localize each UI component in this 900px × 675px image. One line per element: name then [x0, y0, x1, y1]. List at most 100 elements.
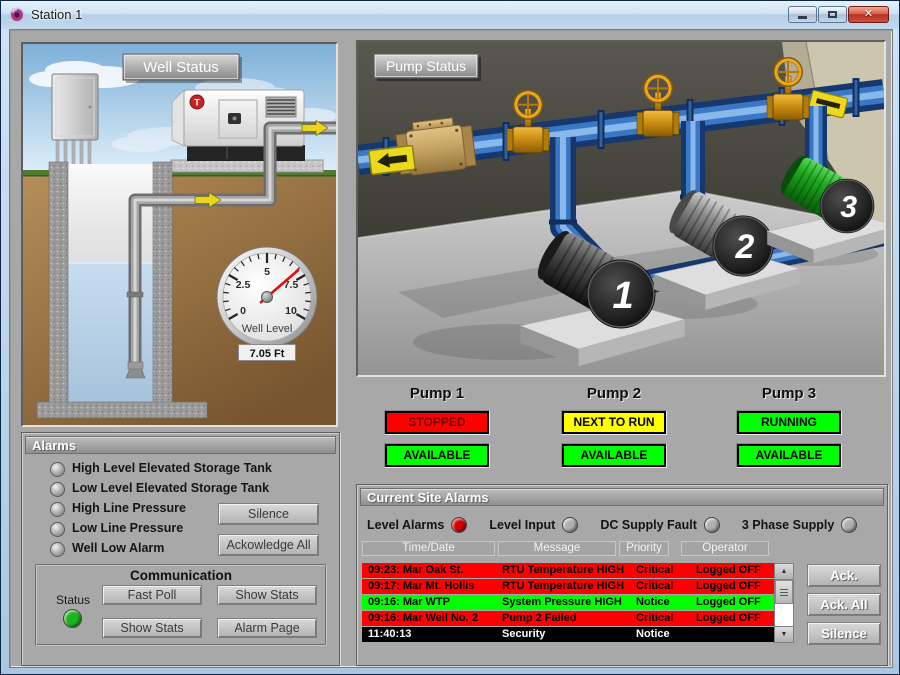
pump-status-scene: 1 — [356, 40, 886, 377]
well-level-value: 7.05 Ft — [238, 344, 296, 361]
communication-group: Communication Status Fast Poll Show Stats… — [35, 564, 327, 646]
comm-status-led — [63, 609, 82, 628]
pump-name-label: Pump 2 — [561, 385, 667, 402]
alarm-indicator-label: 3 Phase Supply — [742, 518, 834, 532]
silence-alarms-button[interactable]: Silence — [807, 622, 881, 645]
pump-indicator-column: Pump 3RUNNINGAVAILABLE — [736, 385, 842, 468]
comm-button[interactable]: Show Stats — [102, 618, 202, 638]
pump-run-status-value: RUNNING — [737, 411, 841, 434]
pump-run-status: RUNNING — [736, 410, 842, 435]
alarm-row-operator: Logged OFF — [696, 564, 761, 576]
alarm-indicator-lamp-icon — [50, 502, 65, 517]
column-header: Time/Date — [362, 541, 495, 556]
alarm-row-priority: Critical — [636, 612, 673, 624]
gauge-tick-label: 0 — [240, 305, 246, 317]
alarm-row-operator: Logged OFF — [696, 580, 761, 592]
pump-availability: AVAILABLE — [561, 443, 667, 468]
well-status-label: Well Status — [143, 59, 219, 76]
alarm-row[interactable]: 09:16: Mar WTP System Pressure HIGH Notice… — [362, 595, 774, 610]
alarm-item-label: Low Level Elevated Storage Tank — [72, 481, 269, 495]
alarm-row[interactable]: 09:17: Mar Mt. Hollis RTU Temperature HIG… — [362, 579, 774, 594]
gauge-title: Well Level — [242, 323, 293, 335]
maximize-button[interactable] — [818, 6, 847, 23]
alarm-row-message: RTU Temperature HIGH — [502, 580, 624, 592]
alarm-row[interactable]: 11:40:13 Security Notice — [362, 627, 774, 642]
alarm-list-item: Low Level Elevated Storage Tank — [22, 479, 339, 499]
alarm-row[interactable]: 09:23: Mar Oak St.RTU Temperature HIGHCr… — [362, 563, 774, 578]
comm-button[interactable]: Show Stats — [217, 585, 317, 605]
pump-indicator-column: Pump 1 STOPPED AVAILABLE — [384, 385, 490, 468]
pump-number-label: 3 — [840, 191, 857, 224]
scroll-down-button[interactable]: ▼ — [775, 626, 793, 642]
alarms-header: Alarms — [25, 436, 336, 454]
comm-button[interactable]: Fast Poll — [102, 585, 202, 605]
minimize-button[interactable] — [788, 6, 817, 23]
ack-all-button[interactable]: Ack. All — [807, 593, 881, 616]
alarms-panel: Alarms High Level Elevated Storage Tank L… — [21, 432, 340, 666]
alarm-indicator-led — [562, 517, 578, 533]
gauge-tick-label: 2.5 — [236, 279, 251, 291]
site-alarms-title: Current Site Alarms — [367, 490, 489, 505]
alarm-row-message: System Pressure HIGH — [502, 596, 622, 608]
alarm-indicator-lamp-icon — [50, 542, 65, 557]
alarm-row-message: RTU Temperature HIGH — [502, 564, 624, 576]
scroll-up-icon: ▲ — [781, 568, 788, 575]
pump-run-status: STOPPED — [384, 410, 490, 435]
alarm-row-message: Pump 2 Failed — [502, 612, 577, 624]
column-headers: Time/DateMessagePriorityOperator — [362, 541, 769, 556]
alarm-table-scrollbar[interactable]: ▲ ▼ — [774, 563, 794, 643]
client-area: T — [9, 29, 893, 668]
alarm-indicator-led — [451, 517, 467, 533]
site-alarms-header: Current Site Alarms — [360, 488, 884, 506]
comm-buttons: Fast Poll Show Stats Show Stats Alarm Page — [102, 585, 322, 641]
alarm-row-priority: Notice — [636, 628, 670, 640]
alarm-row-time: 09:16: Mar WTP — [368, 596, 450, 608]
alarm-row[interactable]: 09:16: Mar Well No. 2 Pump 2 Failed Critic… — [362, 611, 774, 626]
electrical-panel — [52, 74, 98, 172]
column-header: Operator — [681, 541, 769, 556]
acknowledge-all-button[interactable]: Ackowledge All — [218, 534, 319, 556]
well-status-scene: T — [21, 42, 338, 427]
alarm-row-time: 09:16: Mar Well No. 2 — [368, 612, 478, 624]
generator-logo-icon: T — [190, 95, 204, 109]
gauge-tick-label: 5 — [264, 266, 270, 278]
scrollbar-thumb[interactable] — [775, 580, 793, 604]
pump-availability: AVAILABLE — [384, 443, 490, 468]
ack-button[interactable]: Ack. — [807, 564, 881, 587]
pump-status-plate: Pump Status — [374, 54, 481, 81]
pump-indicator-column: Pump 2NEXT TO RUNAVAILABLE — [561, 385, 667, 468]
communication-title: Communication — [37, 568, 325, 583]
alarm-row-time: 09:17: Mar Mt. Hollis — [368, 580, 474, 592]
alarm-row-priority: Critical — [636, 580, 673, 592]
alarm-row-operator: Logged OFF — [696, 612, 761, 624]
alarm-item-label: Low Line Pressure — [72, 521, 183, 535]
alarm-indicator-lamp-icon — [50, 482, 65, 497]
alarm-row-priority: Notice — [636, 596, 670, 608]
alarm-row-time: 11:40:13 — [368, 628, 411, 640]
alarm-item-label: High Level Elevated Storage Tank — [72, 461, 272, 475]
alarm-indicator-led — [841, 517, 857, 533]
comm-button[interactable]: Alarm Page — [217, 618, 317, 638]
alarm-row-message: Security — [502, 628, 545, 640]
svg-text:T: T — [194, 98, 200, 108]
gauge-tick-label: 10 — [285, 305, 297, 317]
alarm-indicator-lamp-icon — [50, 462, 65, 477]
scroll-up-button[interactable]: ▲ — [775, 564, 793, 580]
app-icon — [9, 7, 25, 23]
title-bar[interactable]: Station 1 ✕ — [1, 1, 899, 29]
silence-button[interactable]: Silence — [218, 503, 319, 525]
well-level-value-text: 7.05 Ft — [250, 348, 285, 360]
alarm-indicator-led — [704, 517, 720, 533]
alarm-indicator-label: Level Alarms — [367, 518, 444, 532]
pump-status-label: Pump Status — [386, 58, 466, 74]
pump-name-label: Pump 1 — [384, 385, 490, 402]
scrollbar-grip-icon — [780, 589, 788, 596]
maximize-icon — [828, 11, 837, 18]
close-button[interactable]: ✕ — [848, 6, 889, 23]
alarm-list-item: High Level Elevated Storage Tank — [22, 459, 339, 479]
pump-availability-value: AVAILABLE — [562, 444, 666, 467]
alarm-item-label: Well Low Alarm — [72, 541, 164, 555]
alarm-indicator-lamp-icon — [50, 522, 65, 537]
comm-status-label: Status — [45, 593, 101, 607]
flow-tag — [369, 145, 416, 174]
